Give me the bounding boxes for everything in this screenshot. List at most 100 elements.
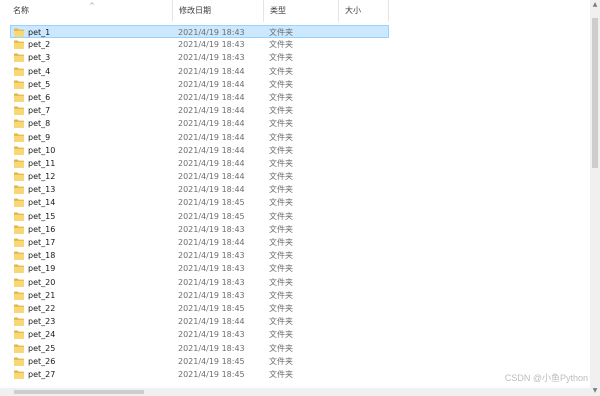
file-row[interactable]: pet_26 2021/4/19 18:45 文件夹 (0, 355, 590, 368)
scrollbar-thumb[interactable] (592, 18, 598, 168)
file-name[interactable]: pet_13 (28, 183, 55, 196)
file-modified-date: 2021/4/19 18:43 (178, 343, 245, 353)
file-row[interactable]: pet_13 2021/4/19 18:44 文件夹 (0, 183, 590, 196)
folder-icon (14, 317, 24, 327)
file-name[interactable]: pet_9 (28, 131, 50, 144)
file-row[interactable]: pet_12 2021/4/19 18:44 文件夹 (0, 170, 590, 183)
file-row[interactable]: pet_5 2021/4/19 18:44 文件夹 (0, 78, 590, 91)
file-name[interactable]: pet_7 (28, 104, 50, 117)
file-name[interactable]: pet_18 (28, 249, 55, 262)
file-type: 文件夹 (269, 132, 293, 142)
column-header: 名称 ^ 修改日期 类型 大小 (0, 0, 590, 22)
file-row[interactable]: pet_3 2021/4/19 18:43 文件夹 (0, 51, 590, 64)
file-row[interactable]: pet_22 2021/4/19 18:45 文件夹 (0, 302, 590, 315)
file-modified-date: 2021/4/19 18:44 (178, 92, 245, 102)
file-row[interactable]: pet_14 2021/4/19 18:45 文件夹 (0, 196, 590, 209)
file-row[interactable]: pet_23 2021/4/19 18:44 文件夹 (0, 315, 590, 328)
file-modified-date: 2021/4/19 18:44 (178, 172, 245, 182)
file-name[interactable]: pet_26 (28, 355, 55, 368)
horizontal-scrollbar-thumb[interactable] (14, 390, 144, 394)
file-type: 文件夹 (269, 369, 293, 379)
file-row[interactable]: pet_8 2021/4/19 18:44 文件夹 (0, 117, 590, 130)
column-size-label: 大小 (345, 6, 361, 15)
file-name[interactable]: pet_14 (28, 196, 55, 209)
folder-icon (14, 251, 24, 261)
folder-icon (14, 225, 24, 234)
file-modified-date: 2021/4/19 18:44 (178, 132, 245, 142)
file-row[interactable]: pet_7 2021/4/19 18:44 文件夹 (0, 104, 590, 117)
file-type: 文件夹 (269, 277, 293, 287)
column-name-label: 名称 (13, 6, 29, 15)
column-header-type[interactable]: 类型 (263, 0, 338, 22)
file-name[interactable]: pet_10 (28, 144, 55, 157)
file-name[interactable]: pet_8 (28, 117, 50, 130)
file-name[interactable]: pet_11 (28, 157, 55, 170)
file-row[interactable]: pet_11 2021/4/19 18:44 文件夹 (0, 157, 590, 170)
file-name[interactable]: pet_16 (28, 223, 55, 236)
folder-icon (14, 40, 24, 50)
file-row[interactable]: pet_19 2021/4/19 18:43 文件夹 (0, 262, 590, 275)
file-row[interactable]: pet_1 2021/4/19 18:43 文件夹 (10, 25, 389, 39)
file-row[interactable]: pet_24 2021/4/19 18:43 文件夹 (0, 328, 590, 341)
file-name[interactable]: pet_27 (28, 368, 55, 381)
file-name[interactable]: pet_15 (28, 210, 55, 223)
file-type: 文件夹 (269, 40, 293, 50)
file-modified-date: 2021/4/19 18:43 (178, 53, 245, 63)
file-row[interactable]: pet_6 2021/4/19 18:44 文件夹 (0, 91, 590, 104)
folder-icon (14, 304, 24, 313)
file-name[interactable]: pet_22 (28, 302, 55, 315)
file-row[interactable]: pet_21 2021/4/19 18:43 文件夹 (0, 289, 590, 302)
folder-icon (14, 291, 24, 300)
file-modified-date: 2021/4/19 18:43 (178, 40, 245, 50)
file-row[interactable]: pet_20 2021/4/19 18:43 文件夹 (0, 276, 590, 289)
file-name[interactable]: pet_23 (28, 315, 55, 328)
file-type: 文件夹 (269, 53, 293, 63)
file-name[interactable]: pet_21 (28, 289, 55, 302)
file-type: 文件夹 (269, 251, 293, 261)
horizontal-scrollbar[interactable] (0, 388, 590, 396)
folder-icon (14, 53, 24, 63)
folder-icon (14, 238, 24, 247)
file-name[interactable]: pet_3 (28, 51, 50, 64)
file-modified-date: 2021/4/19 18:44 (178, 238, 245, 247)
scroll-down-arrow-icon[interactable]: ▼ (590, 386, 600, 396)
file-row[interactable]: pet_18 2021/4/19 18:43 文件夹 (0, 249, 590, 262)
file-row[interactable]: pet_9 2021/4/19 18:44 文件夹 (0, 131, 590, 144)
file-row[interactable]: pet_25 2021/4/19 18:43 文件夹 (0, 342, 590, 355)
file-name[interactable]: pet_19 (28, 262, 55, 275)
file-name[interactable]: pet_12 (28, 170, 55, 183)
file-modified-date: 2021/4/19 18:44 (178, 317, 245, 327)
file-name[interactable]: pet_6 (28, 91, 50, 104)
column-header-size[interactable]: 大小 (338, 0, 388, 22)
file-name[interactable]: pet_2 (28, 38, 50, 51)
file-type: 文件夹 (269, 198, 293, 208)
vertical-scrollbar[interactable]: ▲ ▼ (590, 0, 600, 396)
file-row[interactable]: pet_15 2021/4/19 18:45 文件夹 (0, 210, 590, 223)
scroll-up-arrow-icon[interactable]: ▲ (590, 0, 600, 10)
file-name[interactable]: pet_20 (28, 276, 55, 289)
column-divider[interactable] (388, 0, 389, 22)
file-modified-date: 2021/4/19 18:44 (178, 66, 245, 76)
file-row[interactable]: pet_2 2021/4/19 18:43 文件夹 (0, 38, 590, 51)
folder-icon (14, 278, 24, 287)
file-row[interactable]: pet_27 2021/4/19 18:45 文件夹 (0, 368, 590, 381)
column-header-date[interactable]: 修改日期 (172, 0, 263, 22)
file-modified-date: 2021/4/19 18:44 (178, 145, 245, 155)
file-type: 文件夹 (269, 185, 293, 195)
file-name[interactable]: pet_4 (28, 65, 50, 78)
file-row[interactable]: pet_16 2021/4/19 18:43 文件夹 (0, 223, 590, 236)
file-name[interactable]: pet_25 (28, 342, 55, 355)
file-type: 文件夹 (269, 290, 293, 300)
file-type: 文件夹 (269, 330, 293, 340)
file-name[interactable]: pet_24 (28, 328, 55, 341)
file-row[interactable]: pet_10 2021/4/19 18:44 文件夹 (0, 144, 590, 157)
watermark: CSDN @小鱼Python (504, 373, 588, 383)
file-row[interactable]: pet_4 2021/4/19 18:44 文件夹 (0, 65, 590, 78)
file-name[interactable]: pet_5 (28, 78, 50, 91)
file-type: 文件夹 (269, 238, 293, 247)
folder-icon (14, 330, 24, 340)
file-row[interactable]: pet_17 2021/4/19 18:44 文件夹 (0, 236, 590, 249)
file-type: 文件夹 (269, 343, 293, 353)
file-name[interactable]: pet_17 (28, 236, 55, 249)
folder-icon (14, 146, 24, 155)
